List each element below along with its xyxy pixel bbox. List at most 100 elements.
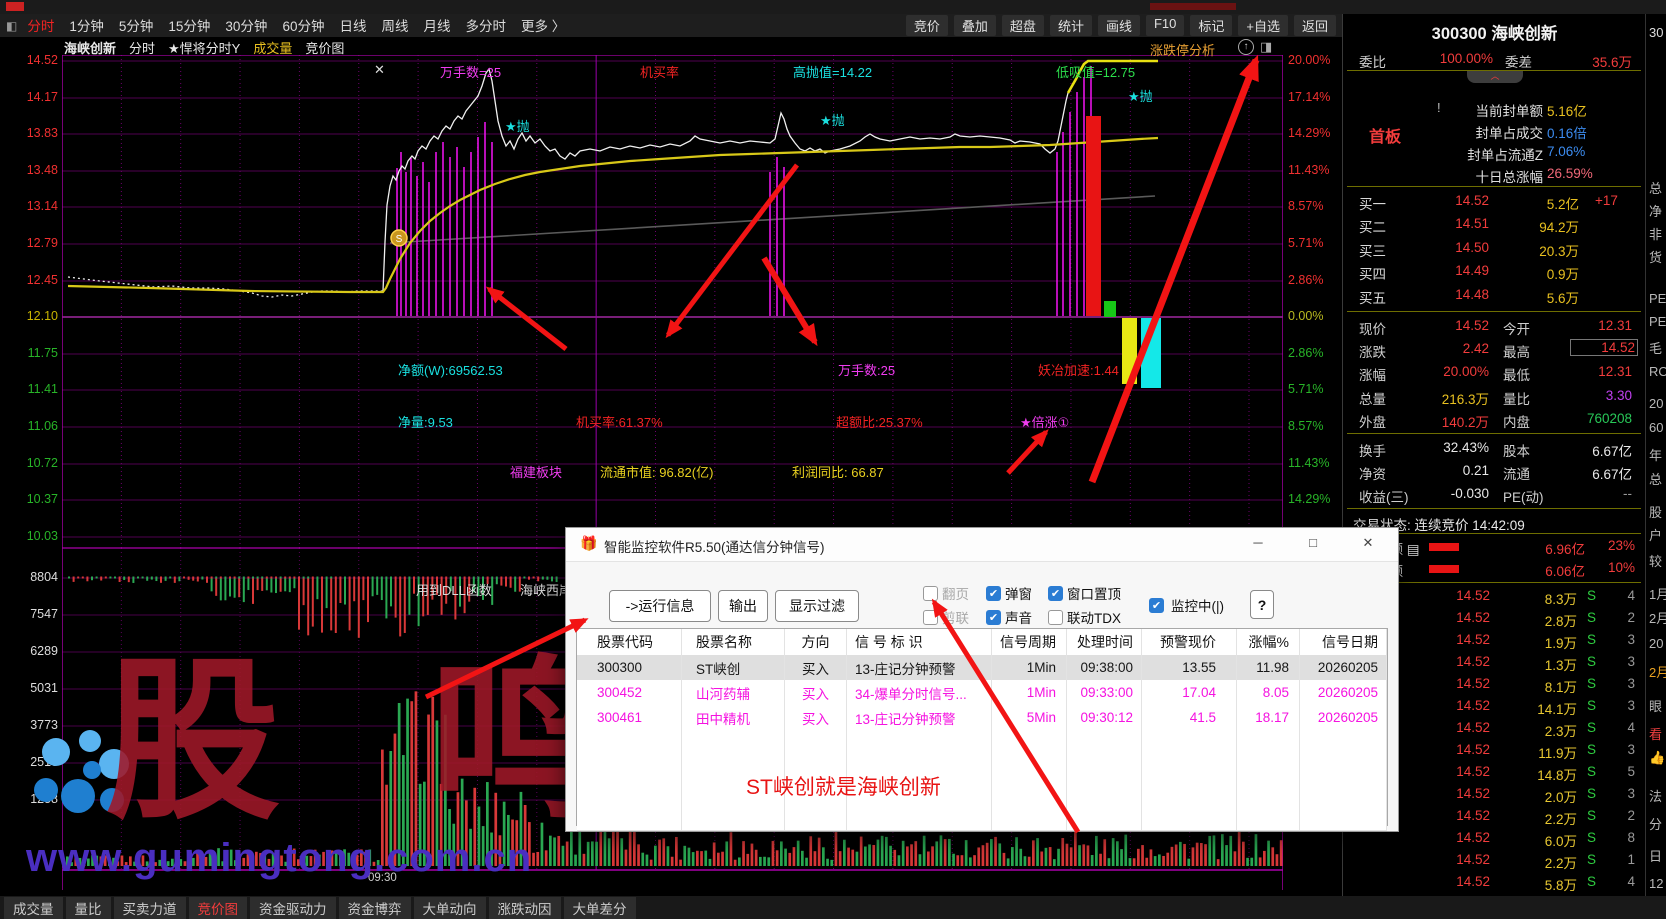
volume-indicator-label[interactable]: 成交量	[253, 38, 292, 57]
table-header-cell[interactable]: 方向	[785, 629, 847, 655]
table-cell: 09:30:12	[1067, 705, 1142, 730]
clipped-label: 非	[1649, 224, 1662, 243]
checkbox-icon[interactable]: ✔	[986, 610, 1001, 625]
table-row[interactable]: 300461田中精机买入13-庄记分钟预警5Min09:30:1241.518.…	[577, 705, 1387, 731]
dialog-checkbox[interactable]: ✔ 弹窗	[986, 583, 1032, 603]
table-empty-row[interactable]	[577, 805, 1387, 831]
table-cell	[1300, 805, 1387, 830]
collapse-button[interactable]: ︿	[1467, 71, 1523, 83]
dialog-checkbox[interactable]: ✔窗口置顶	[1048, 583, 1121, 603]
toolbar-button[interactable]: 超盘	[1002, 15, 1044, 36]
toolbar-button[interactable]: 竞价	[906, 15, 948, 36]
toolbar-button[interactable]: 画线	[1098, 15, 1140, 36]
table-header-cell[interactable]: 信号周期	[992, 629, 1067, 655]
dialog-button[interactable]: 输出	[718, 590, 768, 622]
bid-volume: 0.9万	[1493, 263, 1579, 283]
toolbar-button[interactable]: 返回	[1294, 15, 1336, 36]
period-tab[interactable]: 30分钟	[225, 19, 267, 34]
table-empty-row[interactable]	[577, 755, 1387, 781]
price-axis-label: 12.79	[16, 236, 58, 250]
checkbox-icon[interactable]	[923, 586, 938, 601]
bottom-tab[interactable]: 涨跌动因	[489, 897, 561, 919]
seal-value: 7.06%	[1547, 144, 1585, 159]
toolbar-button[interactable]: 叠加	[954, 15, 996, 36]
svg-text:S: S	[396, 234, 403, 245]
dialog-button[interactable]: ->运行信息	[609, 590, 711, 622]
toolbar-button[interactable]: 标记	[1190, 15, 1232, 36]
table-header-cell[interactable]: 处理时间	[1067, 629, 1142, 655]
table-row[interactable]: 300452山河药辅买入34-爆单分时信号...1Min09:33:0017.0…	[577, 680, 1387, 706]
period-tab[interactable]: 60分钟	[282, 19, 324, 34]
toolbar-button[interactable]: 统计	[1050, 15, 1092, 36]
table-cell: 13-庄记分钟预警	[847, 655, 992, 680]
tick-count: 4	[1611, 720, 1635, 735]
bottom-tab[interactable]: 资金驱动力	[250, 897, 336, 919]
dialog-button[interactable]: 显示过滤	[775, 590, 859, 622]
period-tab[interactable]: 更多 〉	[521, 19, 565, 34]
toolbar-button[interactable]: +自选	[1238, 15, 1288, 36]
bottom-tab[interactable]: 资金博弈	[339, 897, 411, 919]
table-empty-row[interactable]	[577, 730, 1387, 756]
minimize-button[interactable]: ─	[1248, 535, 1268, 553]
bottom-tab[interactable]: 大单差分	[564, 897, 636, 919]
tick-row[interactable]: 14.525.8万S4	[1343, 874, 1643, 894]
checkbox-icon[interactable]: ✔	[986, 586, 1001, 601]
checkbox-icon[interactable]	[923, 610, 938, 625]
table-row[interactable]: 300300ST峡创买入13-庄记分钟预警1Min09:38:0013.5511…	[577, 655, 1387, 681]
bottom-tab[interactable]: 量比	[66, 897, 111, 919]
dialog-checkbox[interactable]: 剪联	[923, 607, 969, 627]
tick-side: S	[1587, 764, 1596, 779]
toolbar-button[interactable]: F10	[1146, 15, 1184, 36]
period-tab[interactable]: 多分时	[465, 19, 506, 34]
period-tab[interactable]: 分时	[27, 19, 54, 34]
bottom-tab[interactable]: 竞价图	[189, 897, 248, 919]
table-empty-row[interactable]	[577, 780, 1387, 806]
tick-row[interactable]: 14.522.2万S1	[1343, 852, 1643, 872]
period-tab[interactable]: 1分钟	[69, 19, 104, 34]
tick-count: 3	[1611, 786, 1635, 801]
table-cell	[992, 730, 1067, 755]
split-view-icon[interactable]: ◨	[1260, 39, 1272, 55]
table-header-cell[interactable]: 涨幅%	[1237, 629, 1300, 655]
panel-toggle-icon[interactable]: ◧	[6, 19, 17, 33]
bottom-tab[interactable]: 成交量	[4, 897, 63, 919]
indicator-label[interactable]: ★悍将分时Y	[168, 38, 240, 57]
checkbox-icon[interactable]: ✔	[1149, 598, 1164, 613]
table-cell: 18.17	[1237, 705, 1300, 730]
close-button[interactable]: ✕	[1358, 535, 1378, 553]
table-cell	[1142, 730, 1237, 755]
bottom-tab[interactable]: 买卖力道	[114, 897, 186, 919]
checkbox-label: 弹窗	[1005, 583, 1032, 603]
limit-analysis-label[interactable]: 涨跌停分析	[1150, 40, 1215, 59]
period-tab[interactable]: 15分钟	[168, 19, 210, 34]
dialog-checkbox[interactable]: ✔声音	[986, 607, 1032, 627]
table-header-cell[interactable]: 股票代码	[577, 629, 682, 655]
maximize-button[interactable]: □	[1303, 535, 1323, 553]
stat-value: 760208	[1548, 411, 1632, 426]
arrow-up-circle-icon[interactable]: ↑	[1238, 39, 1254, 55]
indicator-close-icon[interactable]: ✕	[374, 62, 385, 78]
auction-chart-label[interactable]: 竞价图	[305, 38, 344, 57]
table-cell: 1Min	[992, 680, 1067, 705]
table-header-cell[interactable]: 预警现价	[1142, 629, 1237, 655]
dialog-checkbox[interactable]: 联动TDX	[1048, 607, 1121, 627]
monitoring-checkbox[interactable]: ✔监控中(|)	[1149, 595, 1224, 615]
table-header-cell[interactable]: 信 号 标 识	[847, 629, 992, 655]
checkbox-icon[interactable]	[1048, 610, 1063, 625]
stat-label: 最高	[1503, 341, 1530, 361]
period-tab[interactable]: 周线	[381, 19, 408, 34]
table-header-cell[interactable]: 信号日期	[1300, 629, 1387, 655]
quote-title[interactable]: 300300 海峡创新	[1343, 20, 1646, 44]
tick-volume: 14.8万	[1503, 764, 1577, 784]
bottom-tab[interactable]: 大单动向	[414, 897, 486, 919]
period-tab[interactable]: 5分钟	[119, 19, 154, 34]
period-tab[interactable]: 月线	[423, 19, 450, 34]
period-tab[interactable]: 日线	[339, 19, 366, 34]
tick-count: 1	[1611, 852, 1635, 867]
dialog-checkbox[interactable]: 翻页	[923, 583, 969, 603]
help-button[interactable]: ?	[1250, 590, 1274, 619]
dialog-titlebar[interactable]: 🎁 智能监控软件R5.50(通达信分钟信号) ─ □ ✕	[566, 528, 1398, 562]
checkbox-icon[interactable]: ✔	[1048, 586, 1063, 601]
tick-row[interactable]: 14.526.0万S8	[1343, 830, 1643, 850]
table-header-cell[interactable]: 股票名称	[682, 629, 785, 655]
